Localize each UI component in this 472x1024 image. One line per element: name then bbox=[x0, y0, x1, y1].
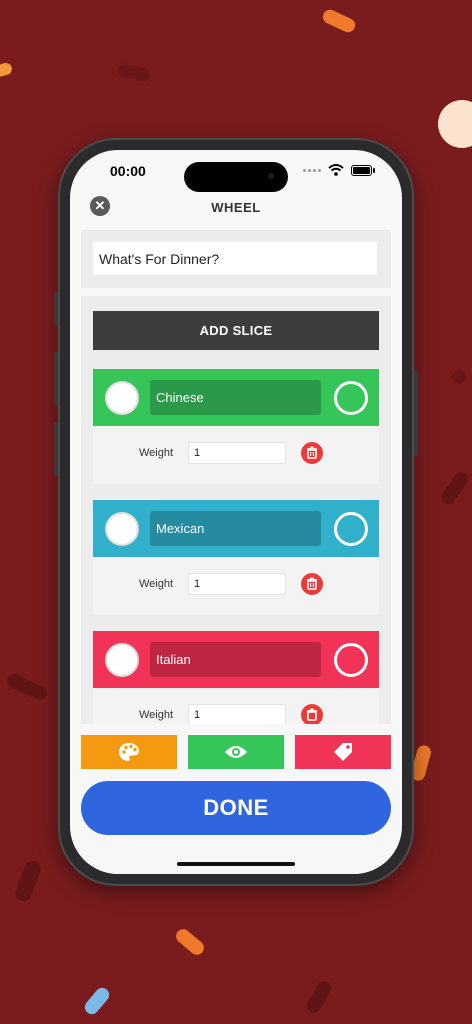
slice-color-button[interactable] bbox=[334, 381, 368, 415]
page-title: WHEEL bbox=[211, 200, 261, 215]
slice-item: Italian Weight bbox=[93, 631, 379, 724]
slice-header: Chinese bbox=[93, 369, 379, 426]
dynamic-island bbox=[184, 162, 288, 192]
slice-color-button[interactable] bbox=[334, 643, 368, 677]
background-sprinkle bbox=[81, 985, 113, 1017]
background-sprinkle bbox=[13, 858, 43, 904]
battery-icon bbox=[351, 164, 375, 176]
signal-dots-icon bbox=[303, 168, 321, 172]
add-slice-button[interactable]: ADD SLICE bbox=[93, 311, 379, 350]
delete-slice-button[interactable] bbox=[301, 442, 323, 464]
slice-item: Mexican Weight bbox=[93, 500, 379, 615]
weight-input[interactable] bbox=[188, 442, 286, 464]
slice-item: Chinese Weight bbox=[93, 369, 379, 484]
weight-label: Weight bbox=[139, 447, 174, 459]
slice-image-button[interactable] bbox=[105, 643, 139, 677]
status-icons bbox=[303, 164, 375, 176]
weight-input[interactable] bbox=[188, 573, 286, 595]
background-sprinkle bbox=[304, 978, 334, 1016]
done-button[interactable]: DONE bbox=[81, 781, 391, 835]
wheel-name-input[interactable] bbox=[93, 242, 377, 275]
delete-slice-button[interactable] bbox=[301, 573, 323, 595]
weight-label: Weight bbox=[139, 709, 174, 721]
background-sprinkle bbox=[0, 61, 14, 79]
phone-side-button bbox=[414, 370, 418, 456]
phone-side-button bbox=[54, 422, 58, 476]
background-sprinkle bbox=[320, 7, 358, 35]
slice-name-field[interactable]: Italian bbox=[150, 642, 321, 677]
trash-icon bbox=[307, 708, 317, 721]
background-sprinkle bbox=[438, 100, 472, 148]
slice-header: Italian bbox=[93, 631, 379, 688]
slice-weight-row: Weight bbox=[93, 426, 379, 484]
trash-icon bbox=[307, 446, 317, 459]
slice-name-field[interactable]: Mexican bbox=[150, 511, 321, 546]
eye-icon bbox=[225, 746, 247, 758]
palette-icon bbox=[119, 743, 139, 761]
slice-color-button[interactable] bbox=[334, 512, 368, 546]
tag-icon bbox=[334, 743, 352, 761]
background-sprinkle bbox=[116, 62, 152, 83]
slice-weight-row: Weight bbox=[93, 557, 379, 615]
app-screen: 00:00 ✕ WHEEL ADD SLICE Chinese Weight bbox=[70, 150, 402, 874]
wifi-icon bbox=[328, 164, 344, 176]
weight-label: Weight bbox=[139, 578, 174, 590]
wheel-name-panel bbox=[81, 230, 391, 288]
palette-button[interactable] bbox=[81, 735, 177, 769]
slice-image-button[interactable] bbox=[105, 381, 139, 415]
background-sprinkle bbox=[173, 926, 207, 958]
delete-slice-button[interactable] bbox=[301, 704, 323, 724]
slice-weight-row: Weight bbox=[93, 688, 379, 724]
background-sprinkle bbox=[5, 671, 49, 703]
slice-image-button[interactable] bbox=[105, 512, 139, 546]
home-indicator bbox=[177, 862, 295, 866]
status-time: 00:00 bbox=[110, 163, 146, 179]
slices-panel: ADD SLICE Chinese Weight 1 Mexican Weigh… bbox=[81, 296, 391, 724]
background-sprinkle bbox=[452, 370, 466, 384]
slice-name-field[interactable]: Chinese bbox=[150, 380, 321, 415]
tag-button[interactable] bbox=[295, 735, 391, 769]
phone-side-button bbox=[54, 352, 58, 406]
weight-input[interactable] bbox=[188, 704, 286, 724]
slice-header: Mexican bbox=[93, 500, 379, 557]
phone-side-button bbox=[54, 292, 58, 326]
background-sprinkle bbox=[438, 469, 472, 507]
preview-button[interactable] bbox=[188, 735, 284, 769]
trash-icon bbox=[307, 577, 317, 590]
